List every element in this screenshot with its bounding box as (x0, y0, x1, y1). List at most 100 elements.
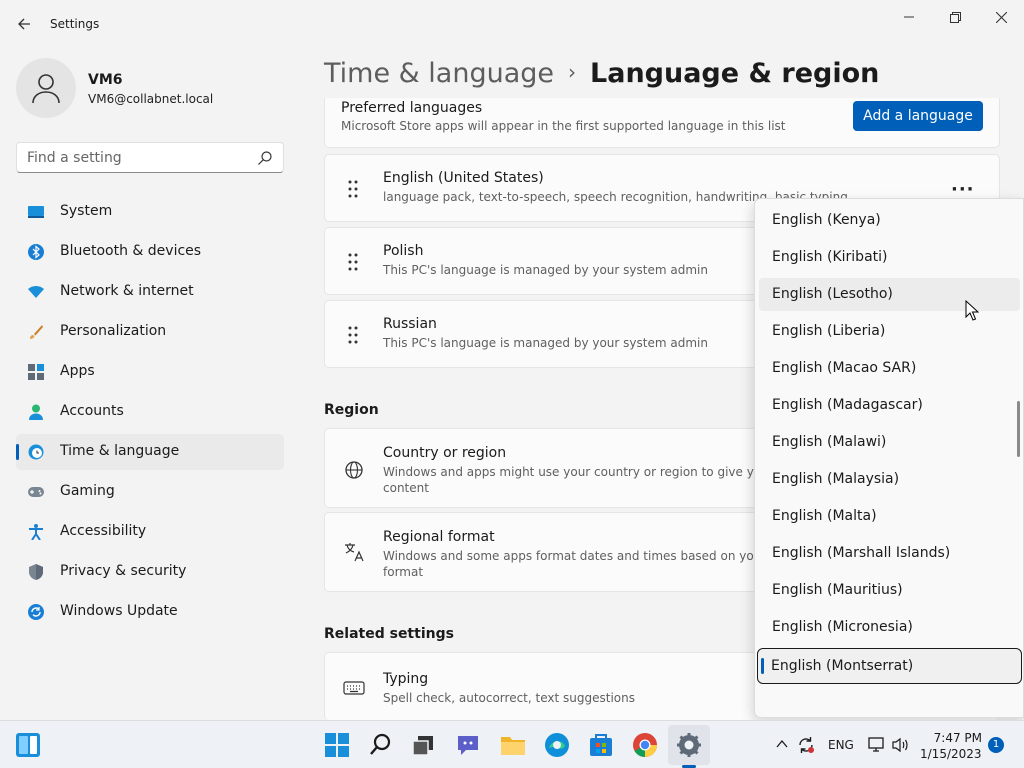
avatar[interactable] (16, 58, 76, 118)
dropdown-option[interactable]: English (Marshall Islands) (759, 537, 1020, 570)
country-region-desc: Windows and apps might use your country … (383, 464, 797, 496)
accounts-icon (29, 404, 43, 420)
dropdown-option[interactable]: English (Liberia) (759, 315, 1020, 348)
restore-button[interactable] (932, 4, 978, 30)
task-view-icon[interactable] (410, 732, 436, 758)
dropdown-option[interactable]: English (Malawi) (759, 426, 1020, 459)
dropdown-option-label: English (Malawi) (772, 434, 887, 450)
gamepad-icon (28, 487, 44, 497)
chat-icon[interactable] (455, 732, 481, 758)
widgets-icon[interactable] (15, 732, 41, 758)
search-input[interactable]: Find a setting (16, 142, 284, 173)
sidebar-item-label: Privacy & security (60, 563, 187, 579)
dropdown-option[interactable]: English (Micronesia) (759, 611, 1020, 644)
volume-icon[interactable] (892, 737, 910, 753)
sidebar-item-accessibility[interactable]: Accessibility (16, 514, 284, 550)
dropdown-option[interactable]: English (Malaysia) (759, 463, 1020, 496)
related-settings-heading: Related settings (324, 626, 454, 642)
country-region-desc-line: Windows and apps might use your country … (383, 465, 798, 479)
sidebar-nav: System Bluetooth & devices Network & int… (16, 194, 284, 634)
sidebar-item-gaming[interactable]: Gaming (16, 474, 284, 510)
drag-handle-icon[interactable] (347, 179, 359, 199)
add-language-button[interactable]: Add a language (853, 101, 983, 131)
sidebar-item-accounts[interactable]: Accounts (16, 394, 284, 430)
country-region-desc-line: content (383, 481, 429, 495)
store-icon[interactable] (588, 732, 614, 758)
file-explorer-icon[interactable] (500, 732, 526, 758)
chrome-icon[interactable] (632, 732, 658, 758)
app-title: Settings (50, 17, 100, 31)
keyboard-icon (343, 681, 365, 695)
sidebar-item-label: Accounts (60, 403, 124, 419)
dropdown-option-selected[interactable]: English (Montserrat) (757, 648, 1022, 684)
typing-title: Typing (383, 671, 429, 687)
breadcrumb: Time & language › Language & region (324, 58, 879, 89)
country-dropdown-list[interactable]: English (Kenya) English (Kiribati) Engli… (754, 198, 1024, 718)
sidebar-item-time-language[interactable]: Time & language (16, 434, 284, 470)
chevron-up-icon[interactable] (776, 739, 788, 749)
notification-badge[interactable]: 1 (988, 737, 1004, 753)
sidebar-item-label: Personalization (60, 323, 167, 339)
input-language-indicator[interactable]: ENG (828, 738, 854, 752)
sidebar-item-label: Gaming (60, 483, 115, 499)
shield-icon (29, 564, 43, 580)
clock-date[interactable]: 1/15/2023 (920, 747, 982, 761)
globe-icon (345, 461, 363, 479)
sidebar-item-label: Apps (60, 363, 95, 379)
sidebar-item-label: Windows Update (60, 603, 178, 619)
sidebar-item-system[interactable]: System (16, 194, 284, 230)
dropdown-option[interactable]: English (Macao SAR) (759, 352, 1020, 385)
start-icon[interactable] (324, 732, 350, 758)
search-icon (258, 151, 272, 165)
dropdown-option-label: English (Madagascar) (772, 397, 923, 413)
language-name: English (United States) (383, 170, 544, 186)
breadcrumb-parent[interactable]: Time & language (324, 58, 554, 89)
monitor-icon (28, 206, 44, 218)
language-desc: This PC's language is managed by your sy… (383, 263, 708, 277)
back-button[interactable] (10, 12, 38, 36)
sidebar-item-privacy[interactable]: Privacy & security (16, 554, 284, 590)
more-options-button[interactable]: ··· (951, 179, 975, 200)
dropdown-option-label: English (Macao SAR) (772, 360, 917, 376)
clock-time[interactable]: 7:47 PM (920, 731, 982, 745)
dropdown-option-label: English (Kenya) (772, 212, 881, 228)
preferred-languages-card: Preferred languages Microsoft Store apps… (324, 98, 1000, 148)
wifi-icon (28, 286, 44, 298)
minimize-icon (904, 16, 914, 18)
dropdown-option[interactable]: English (Kenya) (759, 204, 1020, 237)
dropdown-option-label: English (Kiribati) (772, 249, 888, 265)
dropdown-scrollbar[interactable] (1017, 401, 1020, 457)
sidebar-item-personalization[interactable]: Personalization (16, 314, 284, 350)
language-desc: This PC's language is managed by your sy… (383, 336, 708, 350)
dropdown-option[interactable]: English (Kiribati) (759, 241, 1020, 274)
dropdown-option-hovered[interactable]: English (Lesotho) (759, 278, 1020, 311)
search-icon[interactable] (368, 732, 394, 758)
dropdown-option[interactable]: English (Malta) (759, 500, 1020, 533)
dropdown-option-label: English (Malta) (772, 508, 877, 524)
page-title: Language & region (590, 58, 880, 89)
sidebar-item-label: Network & internet (60, 283, 194, 299)
profile-name: VM6 (88, 72, 123, 88)
drag-handle-icon[interactable] (347, 325, 359, 345)
close-button[interactable] (978, 4, 1024, 30)
back-arrow-icon (18, 18, 30, 30)
edge-icon[interactable] (544, 732, 570, 758)
apps-icon (28, 364, 44, 380)
profile-email: VM6@collabnet.local (88, 92, 214, 106)
sidebar-item-bluetooth[interactable]: Bluetooth & devices (16, 234, 284, 270)
minimize-button[interactable] (886, 4, 932, 30)
accessibility-icon (29, 524, 43, 540)
sync-icon[interactable] (797, 736, 815, 754)
language-format-icon (345, 543, 364, 562)
sidebar-item-windows-update[interactable]: Windows Update (16, 594, 284, 630)
network-icon[interactable] (868, 737, 886, 753)
sidebar-item-apps[interactable]: Apps (16, 354, 284, 390)
dropdown-option-label: English (Lesotho) (772, 286, 893, 302)
regional-format-desc-line: format (383, 565, 424, 579)
sidebar-item-network[interactable]: Network & internet (16, 274, 284, 310)
settings-icon[interactable] (676, 732, 702, 758)
dropdown-option[interactable]: English (Madagascar) (759, 389, 1020, 422)
dropdown-option[interactable]: English (Mauritius) (759, 574, 1020, 607)
search-placeholder: Find a setting (27, 150, 122, 166)
drag-handle-icon[interactable] (347, 252, 359, 272)
